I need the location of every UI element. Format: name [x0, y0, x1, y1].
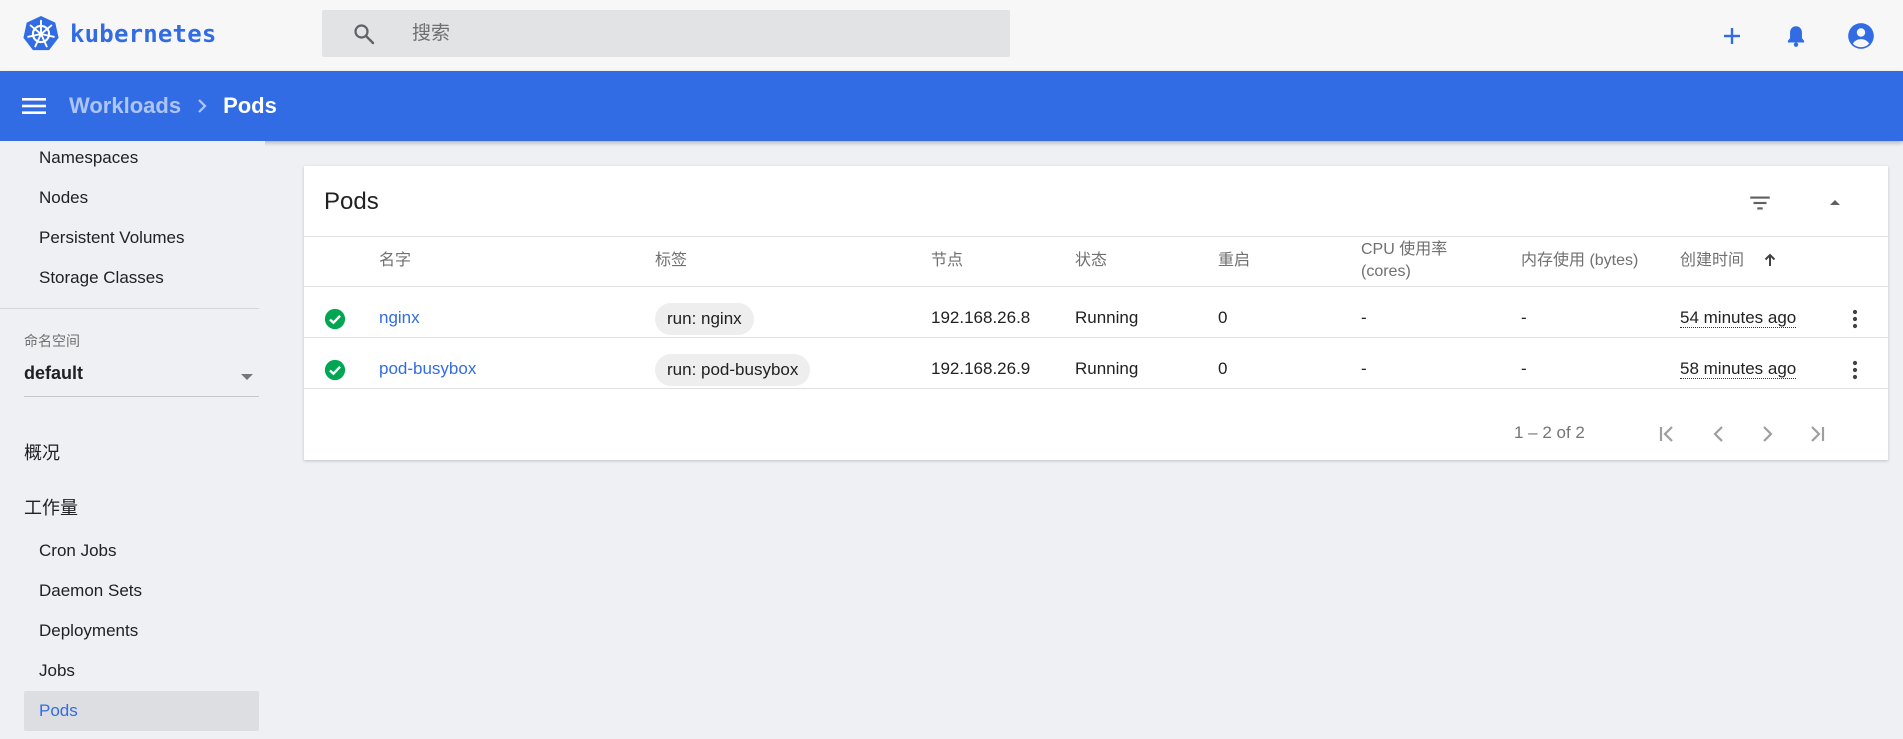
kubernetes-logo[interactable]: kubernetes [22, 15, 217, 53]
sidebar-item-deployments[interactable]: Deployments [39, 621, 138, 641]
sidebar-item-pods[interactable]: Pods [39, 701, 78, 721]
pod-node: 192.168.26.9 [931, 359, 1031, 378]
pod-name-link[interactable]: nginx [379, 308, 420, 328]
pod-restarts: 0 [1218, 308, 1228, 327]
check-circle-icon [324, 308, 346, 330]
collapse-button[interactable] [1820, 188, 1850, 218]
filter-button[interactable] [1745, 188, 1775, 218]
last-page-icon [1811, 426, 1825, 442]
chevron-right-icon [198, 99, 207, 113]
pod-created: 54 minutes ago [1680, 308, 1797, 328]
breadcrumb-current: Pods [223, 93, 277, 118]
row-divider [304, 337, 1888, 338]
namespace-label: 命名空间 [24, 333, 80, 349]
notifications-button[interactable] [1781, 21, 1811, 51]
pod-node: 192.168.26.8 [931, 308, 1031, 327]
label-chip: run: pod-busybox [655, 354, 811, 386]
column-header-memory: 内存使用 (bytes) [1521, 252, 1639, 269]
next-page-icon [1763, 426, 1773, 442]
pod-status: Running [1075, 359, 1139, 378]
sidebar-item-jobs[interactable]: Jobs [39, 661, 75, 681]
column-header-labels: 标签 [655, 252, 688, 269]
namespace-select[interactable]: default [24, 363, 259, 397]
app-logo-text: kubernetes [70, 20, 217, 48]
pods-card: Pods 名字 标签 节点 状态 重启 CPU 使用率 (cores) 内存使用… [304, 166, 1888, 460]
breadcrumb-workloads[interactable]: Workloads [69, 93, 181, 119]
sidebar-divider [0, 308, 259, 309]
pod-memory: - [1521, 359, 1527, 378]
pod-name[interactable]: nginx [379, 308, 420, 327]
namespace-value: default [24, 363, 84, 383]
more-vert-icon [1852, 360, 1858, 380]
pod-memory: - [1521, 308, 1527, 327]
column-header-node: 节点 [931, 252, 964, 269]
pod-cpu: - [1361, 308, 1367, 327]
row-actions-button[interactable] [1843, 358, 1867, 382]
sidebar-item-overview[interactable]: 概况 [24, 439, 60, 465]
search-bar [322, 10, 1010, 57]
pod-created-value: 54 minutes ago [1680, 308, 1797, 328]
account-button[interactable] [1846, 21, 1876, 51]
sidebar-item-namespaces[interactable]: Namespaces [39, 148, 138, 168]
filter-icon [1750, 196, 1770, 210]
search-input[interactable] [412, 18, 972, 50]
top-bar: kubernetes [0, 0, 1903, 71]
pod-name-link[interactable]: pod-busybox [379, 359, 476, 379]
prev-page-button[interactable] [1706, 421, 1732, 447]
pagination-range: 1 – 2 of 2 [1514, 423, 1585, 442]
sidebar-item-storage-classes[interactable]: Storage Classes [39, 268, 164, 288]
breadcrumb: Workloads Pods [69, 93, 277, 119]
last-page-button[interactable] [1804, 421, 1830, 447]
prev-page-icon [1713, 426, 1723, 442]
card-title: Pods [324, 188, 379, 215]
plus-icon [1724, 28, 1740, 44]
search-icon [354, 24, 375, 45]
collapse-icon [1830, 200, 1840, 205]
column-header-cpu: CPU 使用率 (cores) [1361, 241, 1448, 280]
create-button[interactable] [1717, 21, 1747, 51]
sidebar-item-daemon-sets[interactable]: Daemon Sets [39, 581, 142, 601]
pod-created: 58 minutes ago [1680, 359, 1797, 379]
menu-icon[interactable] [22, 95, 46, 117]
first-page-button[interactable] [1654, 421, 1680, 447]
sidebar: Namespaces Nodes Persistent Volumes Stor… [0, 141, 265, 739]
pod-status: Running [1075, 308, 1139, 327]
pod-cpu: - [1361, 359, 1367, 378]
sidebar-item-nodes[interactable]: Nodes [39, 188, 88, 208]
pod-created-value: 58 minutes ago [1680, 359, 1797, 379]
header-divider [304, 236, 1888, 237]
breadcrumb-bar: Workloads Pods [0, 71, 1903, 141]
column-header-restarts: 重启 [1218, 252, 1251, 269]
sort-arrow-up-icon[interactable] [1762, 252, 1778, 268]
pod-name[interactable]: pod-busybox [379, 359, 476, 378]
sidebar-item-cron-jobs[interactable]: Cron Jobs [39, 541, 116, 561]
kubernetes-logo-icon [23, 15, 59, 51]
bell-icon [1787, 26, 1805, 47]
pod-restarts: 0 [1218, 359, 1228, 378]
column-header-name[interactable]: 名字 [379, 250, 411, 272]
check-circle-icon [324, 359, 346, 381]
dropdown-caret-icon [241, 374, 253, 380]
column-header-created[interactable]: 创建时间 [1680, 250, 1744, 272]
table-bottom-divider [304, 388, 1888, 389]
label-chip: run: nginx [655, 303, 754, 335]
account-icon [1848, 23, 1874, 49]
next-page-button[interactable] [1754, 421, 1780, 447]
sidebar-item-workloads[interactable]: 工作量 [24, 494, 78, 520]
table-header-divider [304, 286, 1888, 287]
first-page-icon [1659, 426, 1673, 442]
more-vert-icon [1852, 309, 1858, 329]
sidebar-item-persistent-volumes[interactable]: Persistent Volumes [39, 228, 185, 248]
row-actions-button[interactable] [1843, 307, 1867, 331]
column-header-status: 状态 [1075, 252, 1108, 269]
